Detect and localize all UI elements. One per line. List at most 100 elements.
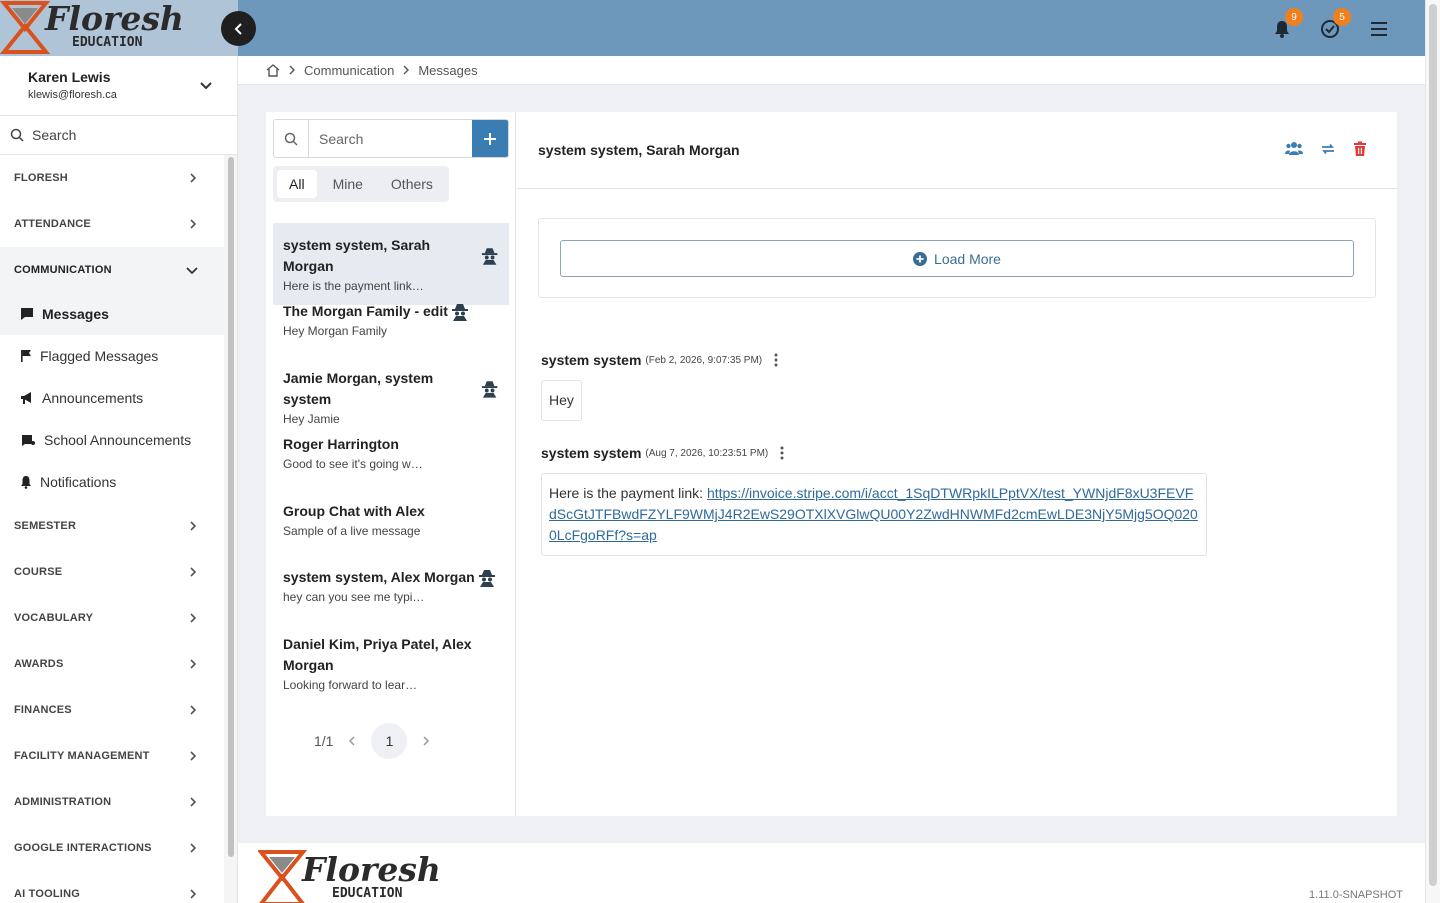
chevron-right-icon [190, 521, 197, 531]
conversation-header-title: system system, Sarah Morgan [538, 142, 740, 158]
section-label: GOOGLE INTERACTIONS [14, 842, 152, 854]
chevron-down-icon[interactable] [199, 78, 213, 92]
flag-icon [21, 350, 31, 362]
conversation-item[interactable]: system system, Alex Morgan hey can you s… [273, 555, 509, 616]
sidebar-search-label: Search [32, 127, 77, 143]
bell-icon [21, 476, 31, 489]
chevron-right-icon [289, 65, 295, 75]
chevron-right-icon [190, 173, 197, 183]
section-label: FACILITY MANAGEMENT [14, 750, 150, 762]
chevron-left-icon[interactable] [347, 735, 357, 747]
sidebar-section-course[interactable]: COURSE [0, 549, 224, 595]
sidebar-scrollbar-thumb[interactable] [228, 157, 234, 857]
sidebar-item-label: Notifications [40, 474, 117, 490]
tab-all[interactable]: All [277, 170, 317, 198]
sidebar-item-notifications[interactable]: Notifications [0, 461, 224, 503]
chevron-right-icon [190, 613, 197, 623]
conversation-item[interactable]: Roger Harrington Good to see it's going … [273, 422, 509, 483]
sidebar-item-label: Messages [42, 306, 109, 322]
tasks-badge: 5 [1333, 8, 1351, 26]
refresh-icon[interactable] [1320, 141, 1336, 157]
sidebar-item-flagged-messages[interactable]: Flagged Messages [0, 335, 224, 377]
tab-mine[interactable]: Mine [321, 170, 375, 198]
sidebar-section-ai-tooling[interactable]: AI TOOLING [0, 871, 224, 903]
sidebar-item-label: School Announcements [44, 432, 192, 448]
floresh-logo-icon: Floresh EDUCATION [0, 0, 184, 54]
page-scrollbar-thumb[interactable] [1429, 4, 1437, 886]
chevron-right-icon[interactable] [421, 735, 431, 747]
collapse-sidebar-button[interactable] [221, 11, 256, 46]
conversation-title: Jamie Morgan, system system [283, 370, 434, 407]
search-icon-box [274, 120, 309, 157]
chevron-right-icon [190, 705, 197, 715]
sidebar-item-label: Announcements [42, 390, 144, 406]
sidebar-search[interactable]: Search [0, 116, 237, 155]
sidebar-section-attendance[interactable]: ATTENDANCE [0, 201, 224, 247]
sidebar-section-administration[interactable]: ADMINISTRATION [0, 779, 224, 825]
conversation-preview: hey can you see me typi… [283, 590, 425, 604]
footer-brand-name: Floresh [301, 850, 441, 889]
spy-icon [481, 381, 498, 398]
conversation-title: The Morgan Family - edit [283, 303, 448, 319]
spy-icon [478, 569, 495, 587]
sidebar-section-semester[interactable]: SEMESTER [0, 503, 224, 549]
tab-others[interactable]: Others [379, 170, 445, 198]
search-icon [10, 128, 24, 142]
conversation-preview: Good to see it's going w… [283, 457, 423, 471]
users-icon[interactable] [1285, 141, 1303, 157]
message-text: Here is the payment link: [549, 485, 707, 501]
message-meta: system system (Aug 7, 2026, 10:23:51 PM) [541, 445, 784, 461]
notifications-button[interactable]: 9 [1267, 8, 1303, 44]
sidebar-section-google-interactions[interactable]: GOOGLE INTERACTIONS [0, 825, 224, 871]
sidebar-item-school-announcements[interactable]: School Announcements [0, 419, 224, 461]
more-vertical-icon[interactable] [780, 446, 784, 460]
pagination-summary: 1/1 [314, 733, 334, 749]
brand-logo[interactable]: Floresh EDUCATION [0, 0, 238, 56]
sidebar-item-messages[interactable]: Messages [0, 293, 224, 335]
sidebar-section-facility-management[interactable]: FACILITY MANAGEMENT [0, 733, 224, 779]
sidebar-item-announcements[interactable]: Announcements [0, 377, 224, 419]
conversation-title: Daniel Kim, Priya Patel, Alex Morgan [283, 636, 472, 673]
trash-icon[interactable] [1353, 141, 1367, 157]
sidebar-item-label: Flagged Messages [40, 348, 159, 364]
conversation-item[interactable]: Daniel Kim, Priya Patel, Alex Morgan Loo… [273, 622, 509, 704]
message-author: system system [541, 445, 642, 461]
conversation-detail: system system, Sarah Morgan Load More sy… [517, 112, 1397, 816]
message-timestamp: (Feb 2, 2026, 9:07:35 PM) [645, 354, 763, 366]
section-label: COMMUNICATION [14, 264, 112, 276]
scroll-icon [22, 435, 35, 446]
brand-name: Floresh [44, 0, 184, 38]
search-icon [284, 132, 298, 146]
chevron-right-icon [190, 659, 197, 669]
sidebar-section-vocabulary[interactable]: VOCABULARY [0, 595, 224, 641]
chevron-right-icon [190, 797, 197, 807]
hamburger-menu-icon [1371, 22, 1387, 36]
top-header: Floresh EDUCATION 9 5 [0, 0, 1425, 56]
conversation-item[interactable]: The Morgan Family - edit Hey Morgan Fami… [273, 289, 509, 350]
more-vertical-icon[interactable] [774, 353, 778, 367]
user-profile[interactable]: Karen Lewis klewis@floresh.ca [0, 56, 237, 116]
chevron-right-icon [403, 65, 410, 75]
home-icon[interactable] [266, 63, 280, 77]
sidebar-section-finances[interactable]: FINANCES [0, 687, 224, 733]
breadcrumb: Communication Messages [238, 56, 1425, 85]
tasks-button[interactable]: 5 [1315, 8, 1351, 44]
footer-brand-tagline: EDUCATION [332, 886, 403, 901]
sidebar-section-communication[interactable]: COMMUNICATION [0, 247, 224, 293]
sidebar-section-awards[interactable]: AWARDS [0, 641, 224, 687]
load-more-button[interactable]: Load More [560, 240, 1354, 277]
section-label: ATTENDANCE [14, 218, 91, 230]
message-meta: system system (Feb 2, 2026, 9:07:35 PM) [541, 352, 778, 368]
conversation-search-input[interactable] [309, 120, 472, 157]
page-number-button[interactable]: 1 [371, 723, 408, 759]
new-conversation-button[interactable] [472, 120, 508, 157]
section-label: COURSE [14, 566, 63, 578]
notifications-badge: 9 [1285, 8, 1303, 26]
main-menu-button[interactable] [1364, 14, 1394, 44]
sidebar-section-floresh[interactable]: FLORESH [0, 155, 224, 201]
conversation-title: system system, Alex Morgan [283, 569, 475, 585]
section-label: FLORESH [14, 172, 68, 184]
section-label: AI TOOLING [14, 888, 80, 900]
conversation-item[interactable]: Group Chat with Alex Sample of a live me… [273, 489, 509, 550]
breadcrumb-communication[interactable]: Communication [304, 63, 394, 78]
